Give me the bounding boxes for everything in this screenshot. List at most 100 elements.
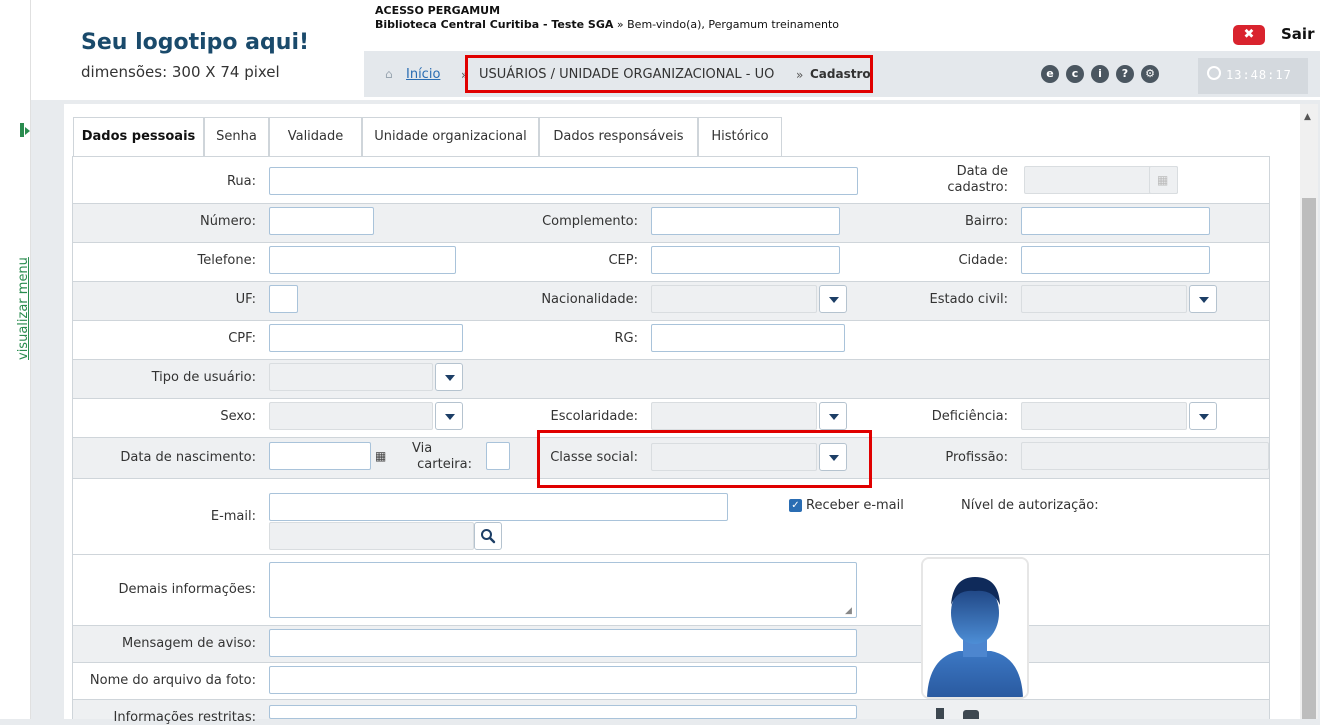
estado-civil-label: Estado civil: — [929, 292, 1008, 307]
x-icon: ✖ — [1243, 27, 1255, 42]
library-line: Biblioteca Central Curitiba - Teste SGA … — [375, 18, 839, 31]
via-carteira-label-2: carteira: — [417, 457, 472, 472]
row-divider — [73, 203, 1269, 204]
rua-input[interactable] — [269, 167, 858, 195]
receber-email-label: Receber e-mail — [806, 498, 904, 513]
tab-dados-responsaveis[interactable]: Dados responsáveis — [539, 117, 698, 157]
row-divider — [73, 625, 1269, 626]
nacionalidade-select[interactable] — [651, 285, 817, 313]
deficiencia-dropdown-button[interactable] — [1189, 402, 1217, 430]
receber-email-checkbox[interactable]: ✓ — [789, 499, 802, 512]
row-divider — [73, 662, 1269, 663]
scroll-up-icon[interactable]: ▲ — [1304, 112, 1311, 122]
informacoes-restritas-input[interactable] — [269, 705, 857, 719]
chat-icon[interactable]: c — [1066, 65, 1084, 83]
nome-arquivo-foto-input[interactable] — [269, 666, 857, 694]
cidade-input[interactable] — [1021, 246, 1210, 274]
email-search-button[interactable] — [474, 522, 502, 550]
access-title: ACESSO PERGAMUM — [375, 4, 501, 17]
show-menu-label[interactable]: visualizar menu — [16, 257, 31, 360]
row-divider — [73, 281, 1269, 282]
nome-arquivo-foto-label: Nome do arquivo da foto: — [89, 673, 256, 688]
via-carteira-label-1: Via — [412, 441, 433, 456]
settings-icon[interactable]: ⚙ — [1141, 65, 1159, 83]
informacoes-restritas-label: Informações restritas: — [113, 710, 256, 725]
profissao-label: Profissão: — [945, 450, 1008, 465]
data-nascimento-input[interactable] — [269, 442, 371, 470]
bairro-label: Bairro: — [964, 214, 1008, 229]
tab-senha[interactable]: Senha — [204, 117, 269, 157]
rua-label: Rua: — [226, 174, 256, 189]
demais-informacoes-textarea[interactable] — [269, 562, 857, 618]
expand-menu-arrow-icon[interactable] — [25, 127, 30, 135]
rg-input[interactable] — [651, 324, 845, 352]
tab-dados-pessoais[interactable]: Dados pessoais — [73, 117, 204, 158]
uf-label: UF: — [235, 292, 256, 307]
tipo-usuario-label: Tipo de usuário: — [151, 370, 256, 385]
highlight-box-breadcrumb — [465, 55, 873, 93]
estado-civil-dropdown-button[interactable] — [1189, 285, 1217, 313]
profissao-input — [1021, 442, 1269, 470]
upload-photo-icon[interactable] — [936, 708, 944, 719]
deficiencia-label: Deficiência: — [931, 409, 1008, 424]
scrollbar-thumb[interactable] — [1302, 198, 1316, 719]
row-divider — [73, 242, 1269, 243]
numero-label: Número: — [199, 214, 256, 229]
tipo-usuario-dropdown-button[interactable] — [435, 363, 463, 391]
estado-civil-select[interactable] — [1021, 285, 1187, 313]
logout-label[interactable]: Sair — [1281, 25, 1314, 43]
data-nascimento-label: Data de nascimento: — [120, 450, 256, 465]
expand-menu-icon[interactable] — [20, 123, 24, 137]
logout-button[interactable]: ✖ — [1233, 25, 1265, 45]
calendar-icon: ▦ — [1157, 173, 1169, 187]
tipo-usuario-select[interactable] — [269, 363, 433, 391]
highlight-box-classe-social — [537, 430, 872, 488]
nacionalidade-dropdown-button[interactable] — [819, 285, 847, 313]
via-carteira-input[interactable] — [486, 442, 510, 470]
demais-informacoes-label: Demais informações: — [118, 582, 256, 597]
logo-title: Seu logotipo aqui! — [81, 30, 310, 55]
row-divider — [73, 398, 1269, 399]
escolaridade-select[interactable] — [651, 402, 817, 430]
library-name: Biblioteca Central Curitiba - Teste SGA — [375, 18, 614, 31]
cep-label: CEP: — [608, 253, 638, 268]
mensagem-aviso-input[interactable] — [269, 629, 857, 657]
complemento-input[interactable] — [651, 207, 840, 235]
help-icon[interactable]: ? — [1116, 65, 1134, 83]
tab-unidade-organizacional[interactable]: Unidade organizacional — [362, 117, 539, 157]
mensagem-aviso-label: Mensagem de aviso: — [122, 636, 256, 651]
nacionalidade-label: Nacionalidade: — [541, 292, 638, 307]
sexo-select[interactable] — [269, 402, 433, 430]
calendar-icon[interactable]: ▦ — [375, 449, 389, 463]
info-icon[interactable]: i — [1091, 65, 1109, 83]
resize-handle-icon[interactable]: ◢ — [845, 606, 852, 616]
clock-icon — [1207, 66, 1221, 80]
breadcrumb-home-link[interactable]: Início — [406, 67, 440, 82]
camera-icon[interactable] — [963, 710, 979, 719]
uf-input[interactable] — [269, 285, 298, 313]
numero-input[interactable] — [269, 207, 374, 235]
escolaridade-label: Escolaridade: — [550, 409, 638, 424]
cidade-label: Cidade: — [958, 253, 1008, 268]
clock-time: 13:48:17 — [1226, 68, 1292, 82]
email-input[interactable] — [269, 493, 728, 521]
email-secondary-input — [269, 522, 474, 550]
sexo-label: Sexo: — [220, 409, 256, 424]
telefone-input[interactable] — [269, 246, 456, 274]
email-label: E-mail: — [210, 509, 256, 524]
row-divider — [73, 699, 1269, 700]
show-menu-link[interactable]: visualizar menu — [16, 240, 38, 360]
bairro-input[interactable] — [1021, 207, 1210, 235]
cpf-input[interactable] — [269, 324, 463, 352]
tab-historico[interactable]: Histórico — [698, 117, 782, 157]
search-icon — [481, 529, 496, 544]
row-divider — [73, 320, 1269, 321]
sexo-dropdown-button[interactable] — [435, 402, 463, 430]
accessibility-icon[interactable]: e — [1041, 65, 1059, 83]
escolaridade-dropdown-button[interactable] — [819, 402, 847, 430]
deficiencia-select[interactable] — [1021, 402, 1187, 430]
data-cadastro-label-1: Data de — [956, 164, 1008, 179]
cep-input[interactable] — [651, 246, 840, 274]
tab-validade[interactable]: Validade — [269, 117, 362, 157]
home-icon: ⌂ — [385, 67, 393, 81]
